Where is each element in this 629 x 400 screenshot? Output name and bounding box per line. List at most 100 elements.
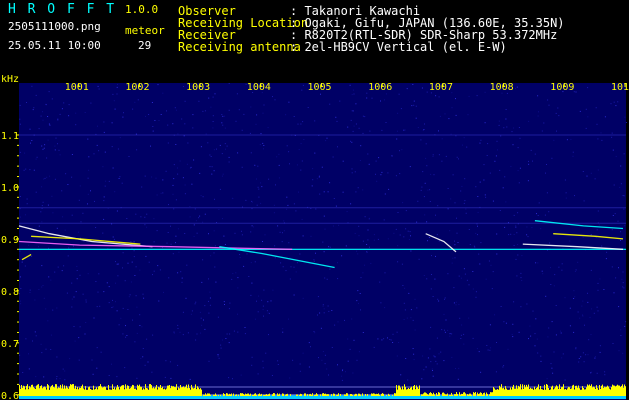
noise-pixel — [151, 176, 153, 178]
level-bar — [431, 393, 432, 396]
noise-pixel — [301, 89, 303, 91]
noise-pixel — [177, 173, 179, 175]
noise-pixel — [420, 189, 422, 191]
level-bar — [120, 386, 121, 396]
noise-pixel — [245, 199, 247, 201]
level-bar — [84, 389, 85, 396]
noise-pixel — [503, 365, 505, 367]
noise-pixel — [93, 153, 95, 155]
level-bar — [344, 394, 345, 396]
noise-pixel — [190, 313, 192, 315]
noise-pixel — [371, 97, 373, 99]
noise-pixel — [20, 288, 22, 289]
level-bar — [507, 389, 508, 396]
noise-pixel — [267, 301, 269, 303]
level-bar — [21, 385, 22, 396]
noise-pixel — [415, 105, 417, 107]
noise-pixel — [54, 145, 56, 147]
level-bar — [417, 387, 418, 396]
noise-pixel — [56, 356, 58, 358]
noise-pixel — [409, 166, 411, 168]
noise-pixel — [292, 359, 294, 361]
noise-pixel — [345, 371, 346, 373]
noise-pixel — [170, 377, 172, 379]
noise-pixel — [142, 356, 144, 358]
noise-pixel — [172, 193, 174, 195]
level-bar — [560, 388, 561, 396]
noise-pixel — [126, 335, 128, 336]
noise-pixel — [303, 139, 305, 140]
noise-pixel — [262, 309, 264, 311]
noise-pixel — [38, 246, 39, 248]
x-tick-label: 1001 — [65, 82, 89, 93]
level-bar — [432, 394, 433, 396]
noise-pixel — [479, 181, 481, 183]
level-bar — [596, 385, 597, 396]
noise-pixel — [123, 112, 124, 114]
noise-pixel — [376, 180, 378, 182]
level-bar — [539, 389, 540, 396]
noise-pixel — [73, 245, 74, 247]
noise-pixel — [366, 251, 368, 253]
noise-pixel — [526, 303, 528, 305]
noise-pixel — [448, 118, 450, 120]
noise-pixel — [427, 189, 429, 191]
noise-pixel — [492, 200, 494, 202]
level-bar — [558, 388, 559, 396]
noise-pixel — [41, 186, 43, 188]
noise-pixel — [258, 295, 260, 297]
noise-pixel — [599, 278, 601, 280]
noise-pixel — [422, 171, 424, 173]
noise-pixel — [339, 100, 341, 102]
level-bar — [350, 394, 351, 396]
noise-pixel — [597, 289, 599, 291]
level-bar — [498, 389, 499, 396]
noise-pixel — [439, 115, 441, 117]
noise-pixel — [250, 262, 252, 264]
level-bar — [153, 387, 154, 396]
level-bar — [416, 385, 417, 396]
level-bar — [178, 387, 179, 396]
level-bar — [593, 386, 594, 396]
noise-pixel — [412, 84, 414, 85]
noise-pixel — [409, 231, 411, 233]
level-bar — [174, 387, 175, 396]
level-bar — [543, 390, 544, 396]
level-bar — [581, 389, 582, 396]
noise-pixel — [48, 91, 50, 93]
noise-pixel — [117, 148, 119, 150]
noise-pixel — [460, 277, 462, 279]
noise-pixel — [478, 253, 480, 255]
level-bar — [194, 387, 195, 396]
meteor-count: 29 — [138, 39, 152, 52]
level-bar — [236, 394, 237, 396]
noise-pixel — [345, 245, 347, 247]
noise-pixel — [337, 262, 338, 264]
level-bar — [97, 389, 98, 396]
noise-pixel — [324, 363, 326, 365]
noise-pixel — [536, 213, 537, 215]
noise-pixel — [311, 185, 313, 187]
noise-pixel — [452, 257, 454, 259]
noise-pixel — [510, 233, 512, 235]
noise-pixel — [403, 236, 405, 238]
noise-pixel — [19, 276, 21, 278]
noise-pixel — [74, 340, 76, 342]
level-bar — [557, 386, 558, 396]
noise-pixel — [207, 142, 209, 144]
noise-pixel — [198, 217, 200, 219]
level-bar — [201, 389, 202, 396]
noise-pixel — [162, 92, 164, 94]
noise-pixel — [317, 314, 318, 316]
noise-pixel — [95, 227, 97, 228]
level-bar — [256, 394, 257, 396]
noise-pixel — [426, 221, 428, 223]
level-bar — [331, 394, 332, 396]
level-bar — [58, 387, 59, 396]
noise-pixel — [160, 114, 162, 115]
level-bar — [523, 388, 524, 396]
noise-pixel — [472, 337, 474, 339]
level-bar — [619, 385, 620, 396]
noise-pixel — [145, 115, 146, 117]
noise-pixel — [601, 245, 603, 247]
